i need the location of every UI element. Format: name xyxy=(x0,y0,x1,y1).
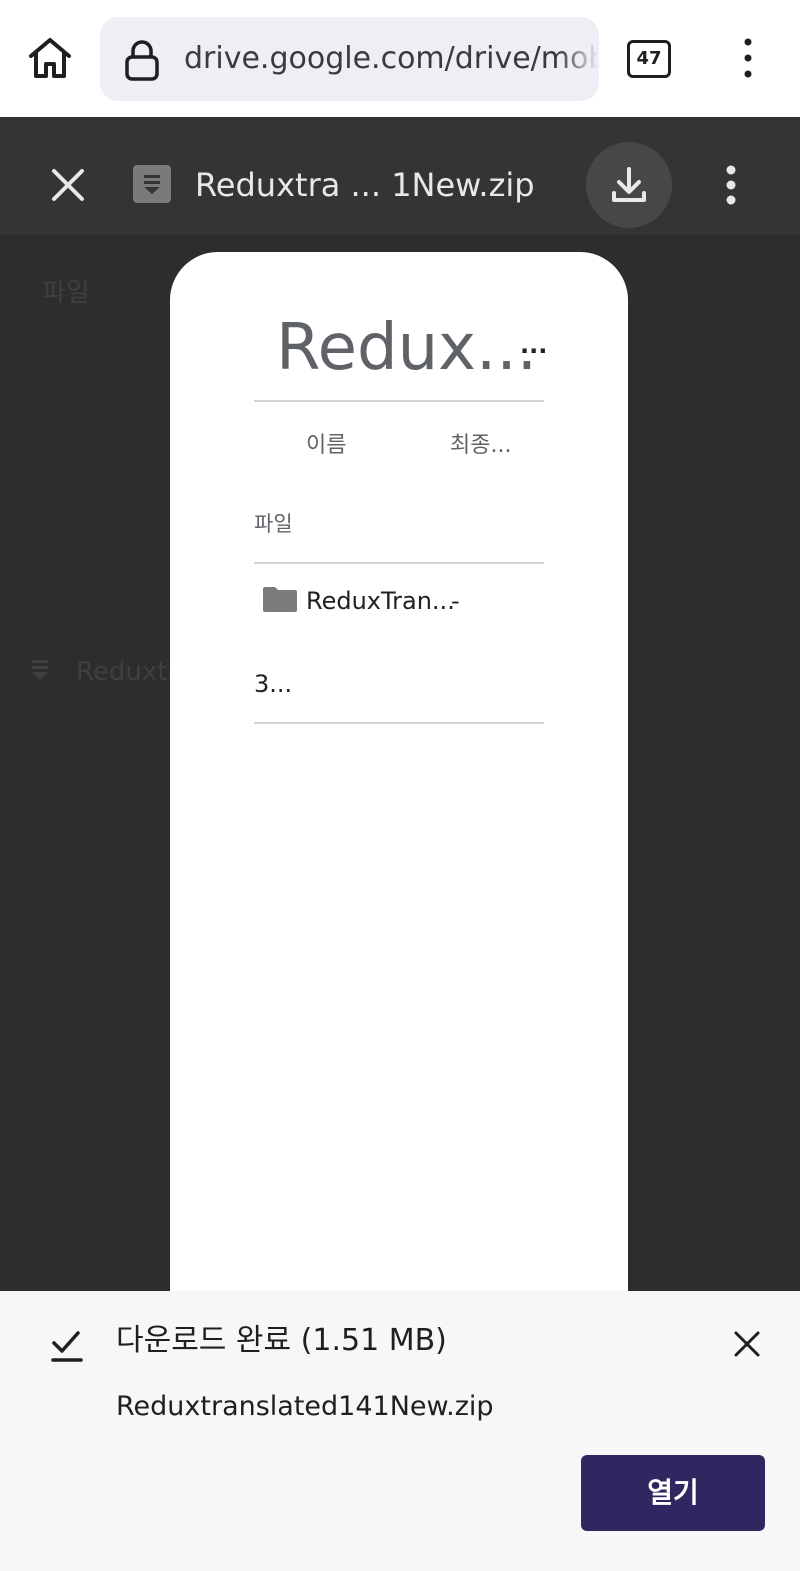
download-button[interactable] xyxy=(586,142,672,228)
more-options-icon[interactable] xyxy=(716,165,746,205)
close-icon[interactable] xyxy=(732,1329,762,1359)
tab-switcher-button[interactable]: 47 xyxy=(627,40,671,78)
divider xyxy=(254,400,544,402)
zip-preview-panel: Redux... ... 이름 최종... 파일 ReduxTran... - … xyxy=(170,252,628,1352)
divider xyxy=(254,722,544,724)
lock-icon xyxy=(124,39,160,81)
folder-icon xyxy=(263,586,297,612)
preview-title: Redux... xyxy=(276,311,538,385)
column-header-modified[interactable]: 최종... xyxy=(450,427,511,459)
entry-name[interactable]: ReduxTran... xyxy=(306,586,455,616)
address-bar[interactable]: drive.google.com/drive/mobile xyxy=(100,17,599,101)
download-icon xyxy=(612,167,646,202)
download-status: 다운로드 완료 (1.51 MB) xyxy=(116,1323,447,1358)
zip-file-icon xyxy=(32,660,48,682)
url-text[interactable]: drive.google.com/drive/mobile xyxy=(184,39,599,79)
zip-file-icon xyxy=(133,165,171,203)
close-icon[interactable] xyxy=(48,165,88,205)
section-label: 파일 xyxy=(254,512,293,536)
check-icon xyxy=(50,1329,84,1363)
browser-menu-icon[interactable] xyxy=(733,36,763,80)
home-icon[interactable] xyxy=(22,30,78,86)
download-complete-sheet: 다운로드 완료 (1.51 MB) Reduxtranslated141New.… xyxy=(0,1291,800,1571)
viewer-header: Reduxtra ... 1New.zip xyxy=(0,117,800,235)
file-title: Reduxtra ... 1New.zip xyxy=(195,166,535,204)
preview-title-overflow: ... xyxy=(520,331,548,359)
entry-size: 3... xyxy=(254,670,293,698)
background-section-label: 파일 xyxy=(42,278,90,308)
column-header-name[interactable]: 이름 xyxy=(306,427,346,459)
entry-modified: - xyxy=(451,587,460,615)
open-button[interactable]: 열기 xyxy=(581,1455,765,1531)
divider xyxy=(254,562,544,564)
downloaded-filename: Reduxtranslated141New.zip xyxy=(116,1391,494,1422)
browser-toolbar: drive.google.com/drive/mobile 47 xyxy=(0,0,800,117)
